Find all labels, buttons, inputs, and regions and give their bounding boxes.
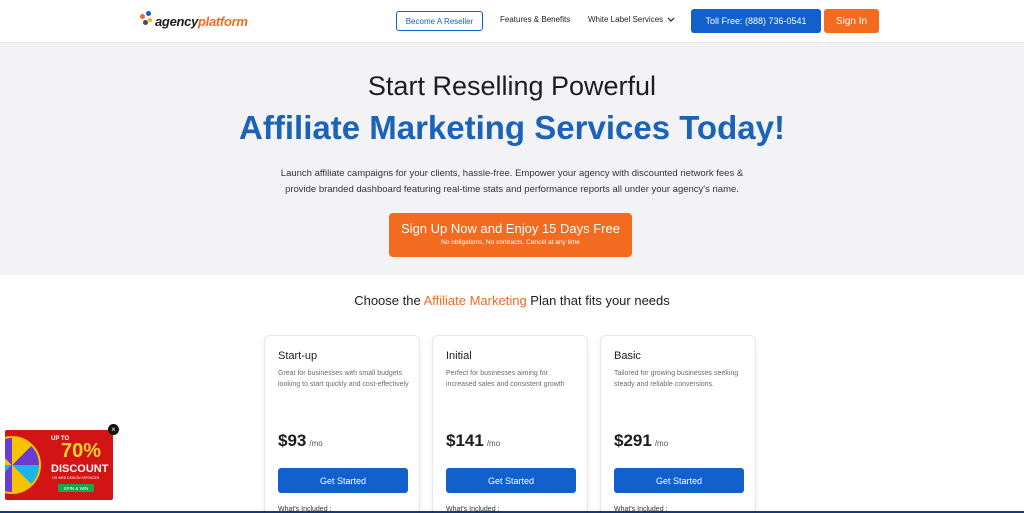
plan-description: Perfect for businesses aiming for increa… <box>446 370 565 388</box>
promo-subtext: ON WEB DESIGN SERVICES <box>52 476 100 480</box>
become-reseller-button[interactable]: Become A Reseller <box>396 11 483 31</box>
close-icon[interactable]: × <box>108 424 119 435</box>
plan-price-value: $141 <box>446 431 484 450</box>
promo-discount: DISCOUNT <box>51 463 109 475</box>
prize-wheel-icon <box>5 436 41 494</box>
plan-name: Basic <box>614 350 641 362</box>
plans-heading-post: Plan that fits your needs <box>526 293 670 308</box>
spin-win-promo-banner[interactable]: UP TO 70% DISCOUNT ON WEB DESIGN SERVICE… <box>5 430 113 500</box>
plan-price-value: $93 <box>278 431 307 450</box>
hero-heading-line1: Start Reselling Powerful <box>367 71 657 101</box>
hero-description: Launch affiliate campaigns for your clie… <box>240 166 784 198</box>
nav-white-label-text: White Label Services <box>588 15 664 24</box>
hero-description-line2: provide branded dashboard featuring real… <box>285 184 739 195</box>
toll-free-button[interactable]: Toll Free: (888) 736-0541 <box>691 9 821 33</box>
get-started-button[interactable]: Get Started <box>278 468 408 493</box>
promo-percent: 70% <box>61 440 102 462</box>
plan-price-period: /mo <box>309 439 323 448</box>
cta-subtitle: No obligations, No contracts, Cancel at … <box>441 239 580 246</box>
get-started-button[interactable]: Get Started <box>614 468 744 493</box>
plans-heading-pre: Choose the <box>354 293 424 308</box>
spin-win-button[interactable]: SPIN & WIN <box>58 484 94 492</box>
plans-heading-highlight: Affiliate Marketing <box>423 293 527 308</box>
plan-price-period: /mo <box>486 439 501 448</box>
site-header: agencyplatform Become A Reseller Feature… <box>0 0 1024 43</box>
plan-card-basic: Basic Tailored for growing businesses se… <box>600 335 756 513</box>
plan-description: Great for businesses with small budgets … <box>278 370 409 388</box>
nav-features-benefits[interactable]: Features & Benefits <box>500 15 570 24</box>
signup-cta-button[interactable]: Sign Up Now and Enjoy 15 Days Free No ob… <box>389 213 632 257</box>
plans-heading: Choose the Affiliate Marketing Plan that… <box>0 293 1024 308</box>
plan-card-startup: Start-up Great for businesses with small… <box>264 335 420 513</box>
logo-icon <box>140 11 154 31</box>
logo-text: agencyplatform <box>155 14 248 29</box>
plan-price: $291/mo <box>614 431 668 451</box>
nav-white-label-services[interactable]: White Label Services <box>588 15 675 24</box>
logo-text-agency: agency <box>155 13 199 29</box>
plan-description: Tailored for growing businesses seeking … <box>614 370 739 388</box>
chevron-down-icon <box>667 17 675 22</box>
plan-card-initial: Initial Perfect for businesses aiming fo… <box>432 335 588 513</box>
plan-price: $93/mo <box>278 431 323 451</box>
plan-name: Start-up <box>278 350 318 362</box>
plan-price-period: /mo <box>654 439 669 448</box>
get-started-button[interactable]: Get Started <box>446 468 576 493</box>
plan-price-value: $291 <box>614 431 652 450</box>
logo-text-platform: platform <box>198 13 248 29</box>
hero-heading-line2: Affiliate Marketing Services Today! <box>239 109 785 146</box>
plan-price: $141/mo <box>446 431 500 451</box>
cta-title: Sign Up Now and Enjoy 15 Days Free <box>401 221 620 236</box>
logo[interactable]: agencyplatform <box>140 9 248 33</box>
hero-description-line1: Launch affiliate campaigns for your clie… <box>280 168 744 179</box>
hero-section: Start Reselling Powerful Affiliate Marke… <box>0 43 1024 275</box>
sign-in-button[interactable]: Sign In <box>824 9 879 33</box>
plan-name: Initial <box>446 350 472 362</box>
